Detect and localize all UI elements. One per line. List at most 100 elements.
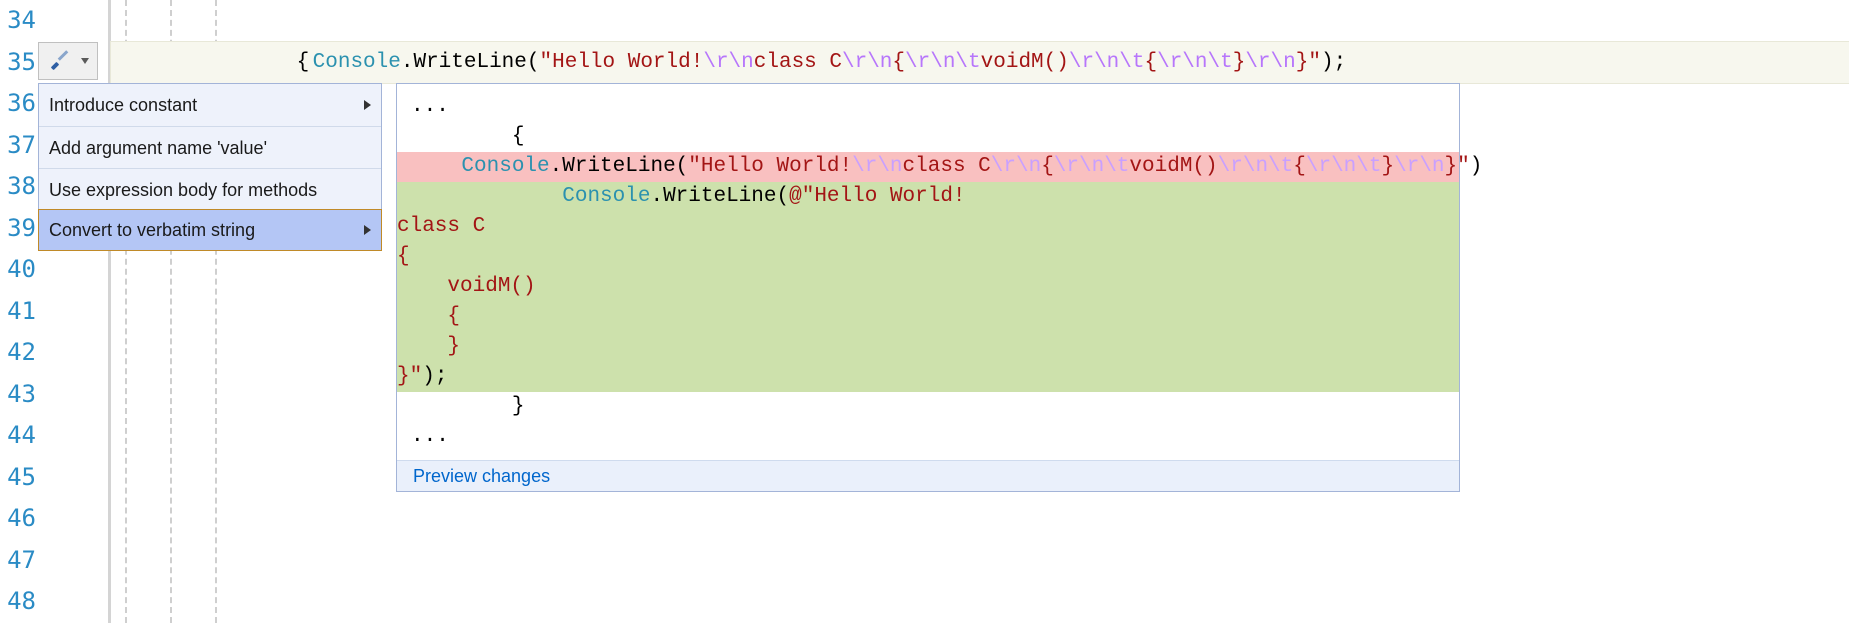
line-number: 39 bbox=[0, 208, 40, 250]
escape-token: \r\n bbox=[852, 155, 902, 178]
preview-changes-link[interactable]: Preview changes bbox=[397, 466, 550, 487]
string-token: voidM() bbox=[981, 51, 1069, 74]
line-number: 48 bbox=[0, 581, 40, 623]
quick-actions-menu: Introduce constant Add argument name 'va… bbox=[38, 83, 382, 251]
string-token: Hello World! bbox=[552, 51, 703, 74]
line-number: 47 bbox=[0, 540, 40, 582]
line-number: 41 bbox=[0, 291, 40, 333]
menu-item-label: Add argument name 'value' bbox=[49, 127, 267, 169]
line-number-gutter: 34 35 36 37 38 39 40 41 42 43 44 45 46 4… bbox=[0, 0, 40, 623]
menu-item-introduce-constant[interactable]: Introduce constant bbox=[39, 84, 381, 126]
preview-added-line: { bbox=[397, 242, 1459, 272]
preview-added-line: }"); bbox=[397, 362, 1459, 392]
screwdriver-icon bbox=[49, 48, 71, 75]
code-line[interactable]: { bbox=[111, 0, 1849, 42]
indent bbox=[411, 155, 461, 178]
paren-token: ( bbox=[776, 185, 789, 208]
paren-token: ) bbox=[1470, 155, 1483, 178]
line-number: 37 bbox=[0, 125, 40, 167]
preview-line: { bbox=[397, 122, 1459, 152]
paren-token: ) bbox=[1321, 51, 1334, 74]
string-token: class C bbox=[754, 51, 842, 74]
preview-ellipsis: ... bbox=[397, 92, 1459, 122]
class-token: Console bbox=[461, 155, 549, 178]
string-token: voidM() bbox=[1129, 155, 1217, 178]
string-token: { bbox=[1293, 155, 1306, 178]
semicolon-token: ; bbox=[1334, 51, 1347, 74]
menu-item-label: Convert to verbatim string bbox=[49, 209, 255, 251]
string-token: Hello World! bbox=[701, 155, 852, 178]
preview-panel: ... { Console.WriteLine("Hello World!\r\… bbox=[396, 83, 1460, 492]
line-number: 36 bbox=[0, 83, 40, 125]
string-quote: " bbox=[540, 51, 553, 74]
dot-token: . bbox=[650, 185, 663, 208]
class-token: Console bbox=[313, 51, 401, 74]
escape-token: \r\n\t bbox=[1054, 155, 1130, 178]
quick-actions-button[interactable] bbox=[38, 42, 98, 80]
preview-line: } bbox=[397, 392, 1459, 422]
string-token: } bbox=[1296, 51, 1309, 74]
preview-body: ... { Console.WriteLine("Hello World!\r\… bbox=[397, 84, 1459, 460]
line-number: 38 bbox=[0, 166, 40, 208]
string-token: { bbox=[892, 51, 905, 74]
method-token: WriteLine bbox=[413, 51, 526, 74]
indent bbox=[411, 185, 562, 208]
class-token: Console bbox=[562, 185, 650, 208]
preview-added-line: } bbox=[397, 332, 1459, 362]
string-token: { bbox=[1144, 51, 1157, 74]
chevron-down-icon bbox=[81, 58, 89, 64]
paren-token: ( bbox=[527, 51, 540, 74]
dot-token: . bbox=[550, 155, 563, 178]
string-quote: " bbox=[1308, 51, 1321, 74]
chevron-right-icon bbox=[364, 225, 371, 235]
code-editor: 34 35 36 37 38 39 40 41 42 43 44 45 46 4… bbox=[0, 0, 1849, 623]
menu-item-label: Use expression body for methods bbox=[49, 169, 317, 211]
line-number: 34 bbox=[0, 0, 40, 42]
preview-ellipsis: ... bbox=[397, 422, 1459, 452]
string-quote: " bbox=[410, 365, 423, 388]
line-number: 35 bbox=[0, 42, 40, 84]
dot-token: . bbox=[401, 51, 414, 74]
paren-token: ) bbox=[422, 365, 435, 388]
line-number: 46 bbox=[0, 498, 40, 540]
preview-added-line: class C bbox=[397, 212, 1459, 242]
escape-token: \r\n bbox=[1245, 51, 1295, 74]
menu-item-expression-body[interactable]: Use expression body for methods bbox=[39, 168, 381, 210]
menu-item-add-argument-name[interactable]: Add argument name 'value' bbox=[39, 126, 381, 168]
escape-token: \r\n\t bbox=[1306, 155, 1382, 178]
menu-item-convert-verbatim[interactable]: Convert to verbatim string bbox=[38, 209, 382, 251]
string-token: class C bbox=[903, 155, 991, 178]
escape-token: \r\n bbox=[842, 51, 892, 74]
string-token: } bbox=[1382, 155, 1395, 178]
escape-token: \r\n bbox=[703, 51, 753, 74]
preview-removed-line: Console.WriteLine("Hello World!\r\nclass… bbox=[397, 152, 1459, 182]
preview-added-line: voidM() bbox=[397, 272, 1459, 302]
preview-footer: Preview changes bbox=[397, 460, 1459, 491]
paren-token: ( bbox=[676, 155, 689, 178]
line-number: 45 bbox=[0, 457, 40, 499]
escape-token: \r\n\t bbox=[1069, 51, 1145, 74]
string-token: Hello World! bbox=[814, 185, 965, 208]
chevron-right-icon bbox=[364, 100, 371, 110]
line-number: 43 bbox=[0, 374, 40, 416]
escape-token: \r\n bbox=[991, 155, 1041, 178]
string-token: } bbox=[397, 365, 410, 388]
semicolon-token: ; bbox=[435, 365, 448, 388]
line-number: 42 bbox=[0, 332, 40, 374]
line-number: 44 bbox=[0, 415, 40, 457]
escape-token: \r\n bbox=[1394, 155, 1444, 178]
string-quote: " bbox=[1457, 155, 1470, 178]
code-line-current[interactable]: Console.WriteLine("Hello World!\r\nclass… bbox=[111, 42, 1849, 84]
escape-token: \r\n\t bbox=[1218, 155, 1294, 178]
escape-token: \r\n\t bbox=[1157, 51, 1233, 74]
line-number: 40 bbox=[0, 249, 40, 291]
indent bbox=[111, 51, 313, 74]
string-token: } bbox=[1445, 155, 1458, 178]
method-token: WriteLine bbox=[663, 185, 776, 208]
string-quote: " bbox=[688, 155, 701, 178]
menu-item-label: Introduce constant bbox=[49, 84, 197, 126]
preview-added-line: Console.WriteLine(@"Hello World! bbox=[397, 182, 1459, 212]
method-token: WriteLine bbox=[562, 155, 675, 178]
string-token: { bbox=[1041, 155, 1054, 178]
verbatim-quote: @" bbox=[789, 185, 814, 208]
